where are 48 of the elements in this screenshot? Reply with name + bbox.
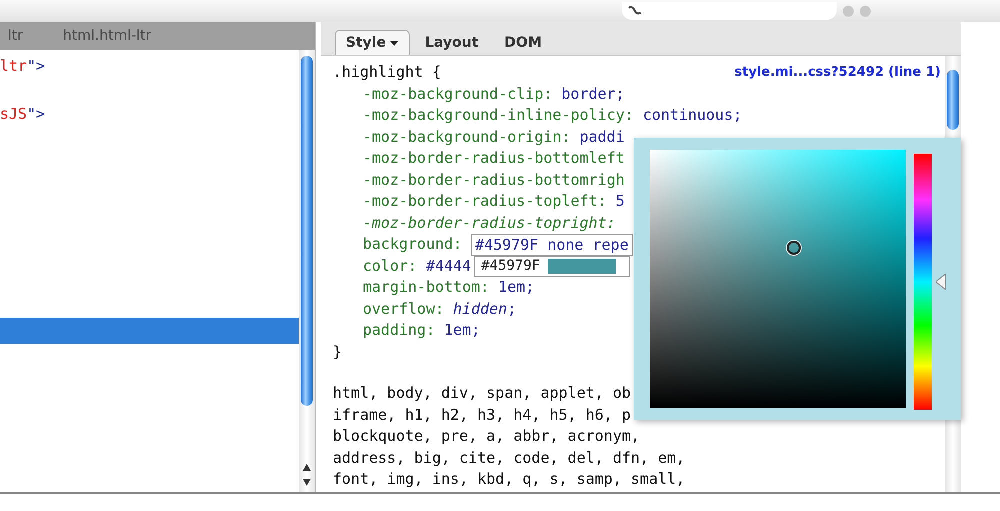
css-value: 5 bbox=[616, 191, 625, 212]
value-input-field[interactable]: #45979F none repe bbox=[471, 234, 634, 256]
saturation-value-square[interactable] bbox=[650, 150, 906, 408]
suggestion-text: #45979F bbox=[481, 256, 540, 276]
hue-pointer-icon[interactable] bbox=[936, 274, 946, 290]
css-property: -moz-background-inline-policy: bbox=[363, 105, 634, 126]
panel-tab[interactable]: DOM bbox=[494, 30, 554, 55]
source-link[interactable]: style.mi...css?52492 (line 1) bbox=[734, 62, 945, 84]
autocomplete-popup[interactable]: #45979F bbox=[474, 256, 630, 277]
picker-cursor-icon[interactable] bbox=[787, 241, 801, 255]
css-selector: .highlight { bbox=[333, 62, 442, 83]
css-property: background: bbox=[363, 234, 462, 255]
search-field[interactable] bbox=[622, 2, 837, 20]
hue-slider[interactable] bbox=[914, 154, 946, 410]
css-property: -moz-border-radius-bottomleft bbox=[363, 148, 625, 169]
css-value: paddi bbox=[580, 126, 625, 148]
css-selector-list: blockquote, pre, a, abbr, acronym, bbox=[333, 426, 640, 448]
scroll-down-icon[interactable] bbox=[303, 479, 311, 486]
tag-bracket: "> bbox=[27, 57, 46, 75]
scrollbar-thumb[interactable] bbox=[301, 56, 313, 406]
css-value: #4444 bbox=[426, 256, 472, 276]
css-value: hidden; bbox=[453, 298, 516, 320]
scroll-up-icon[interactable] bbox=[303, 464, 311, 471]
css-value: border; bbox=[562, 84, 625, 104]
css-selector-list: html, body, div, span, applet, ob bbox=[333, 383, 632, 404]
css-selector-list: font, img, ins, kbd, q, s, samp, small, bbox=[333, 469, 686, 490]
css-value: 1em; bbox=[444, 320, 480, 341]
css-value: 1em; bbox=[498, 277, 535, 298]
css-property: -moz-border-radius-topleft: bbox=[363, 191, 607, 212]
css-property: overflow: bbox=[363, 298, 444, 320]
panel-tab[interactable]: Layout bbox=[414, 30, 490, 55]
css-selector-list: address, big, cite, code, del, dfn, em, bbox=[333, 448, 686, 469]
scrollbar-track[interactable] bbox=[299, 50, 315, 492]
css-selector-list: iframe, h1, h2, h3, h4, h5, h6, p bbox=[333, 404, 632, 426]
css-property: -moz-border-radius-bottomrigh bbox=[363, 170, 625, 190]
css-value: continuous; bbox=[642, 105, 742, 126]
tag-bracket: "> bbox=[27, 105, 46, 123]
attribute-value: sJS bbox=[0, 105, 28, 123]
scrollbar-thumb[interactable] bbox=[947, 70, 959, 130]
css-property: -moz-border-radius-topright: bbox=[363, 212, 616, 234]
attribute-value: ltr bbox=[0, 57, 28, 75]
css-property: padding: bbox=[363, 320, 436, 341]
css-property: -moz-background-clip: bbox=[363, 84, 553, 104]
closing-brace: } bbox=[333, 342, 342, 362]
panel-tab[interactable]: Style bbox=[335, 30, 410, 55]
css-property: color: bbox=[363, 256, 418, 276]
css-property: margin-bottom: bbox=[363, 277, 490, 298]
css-property: -moz-background-origin: bbox=[363, 126, 571, 148]
